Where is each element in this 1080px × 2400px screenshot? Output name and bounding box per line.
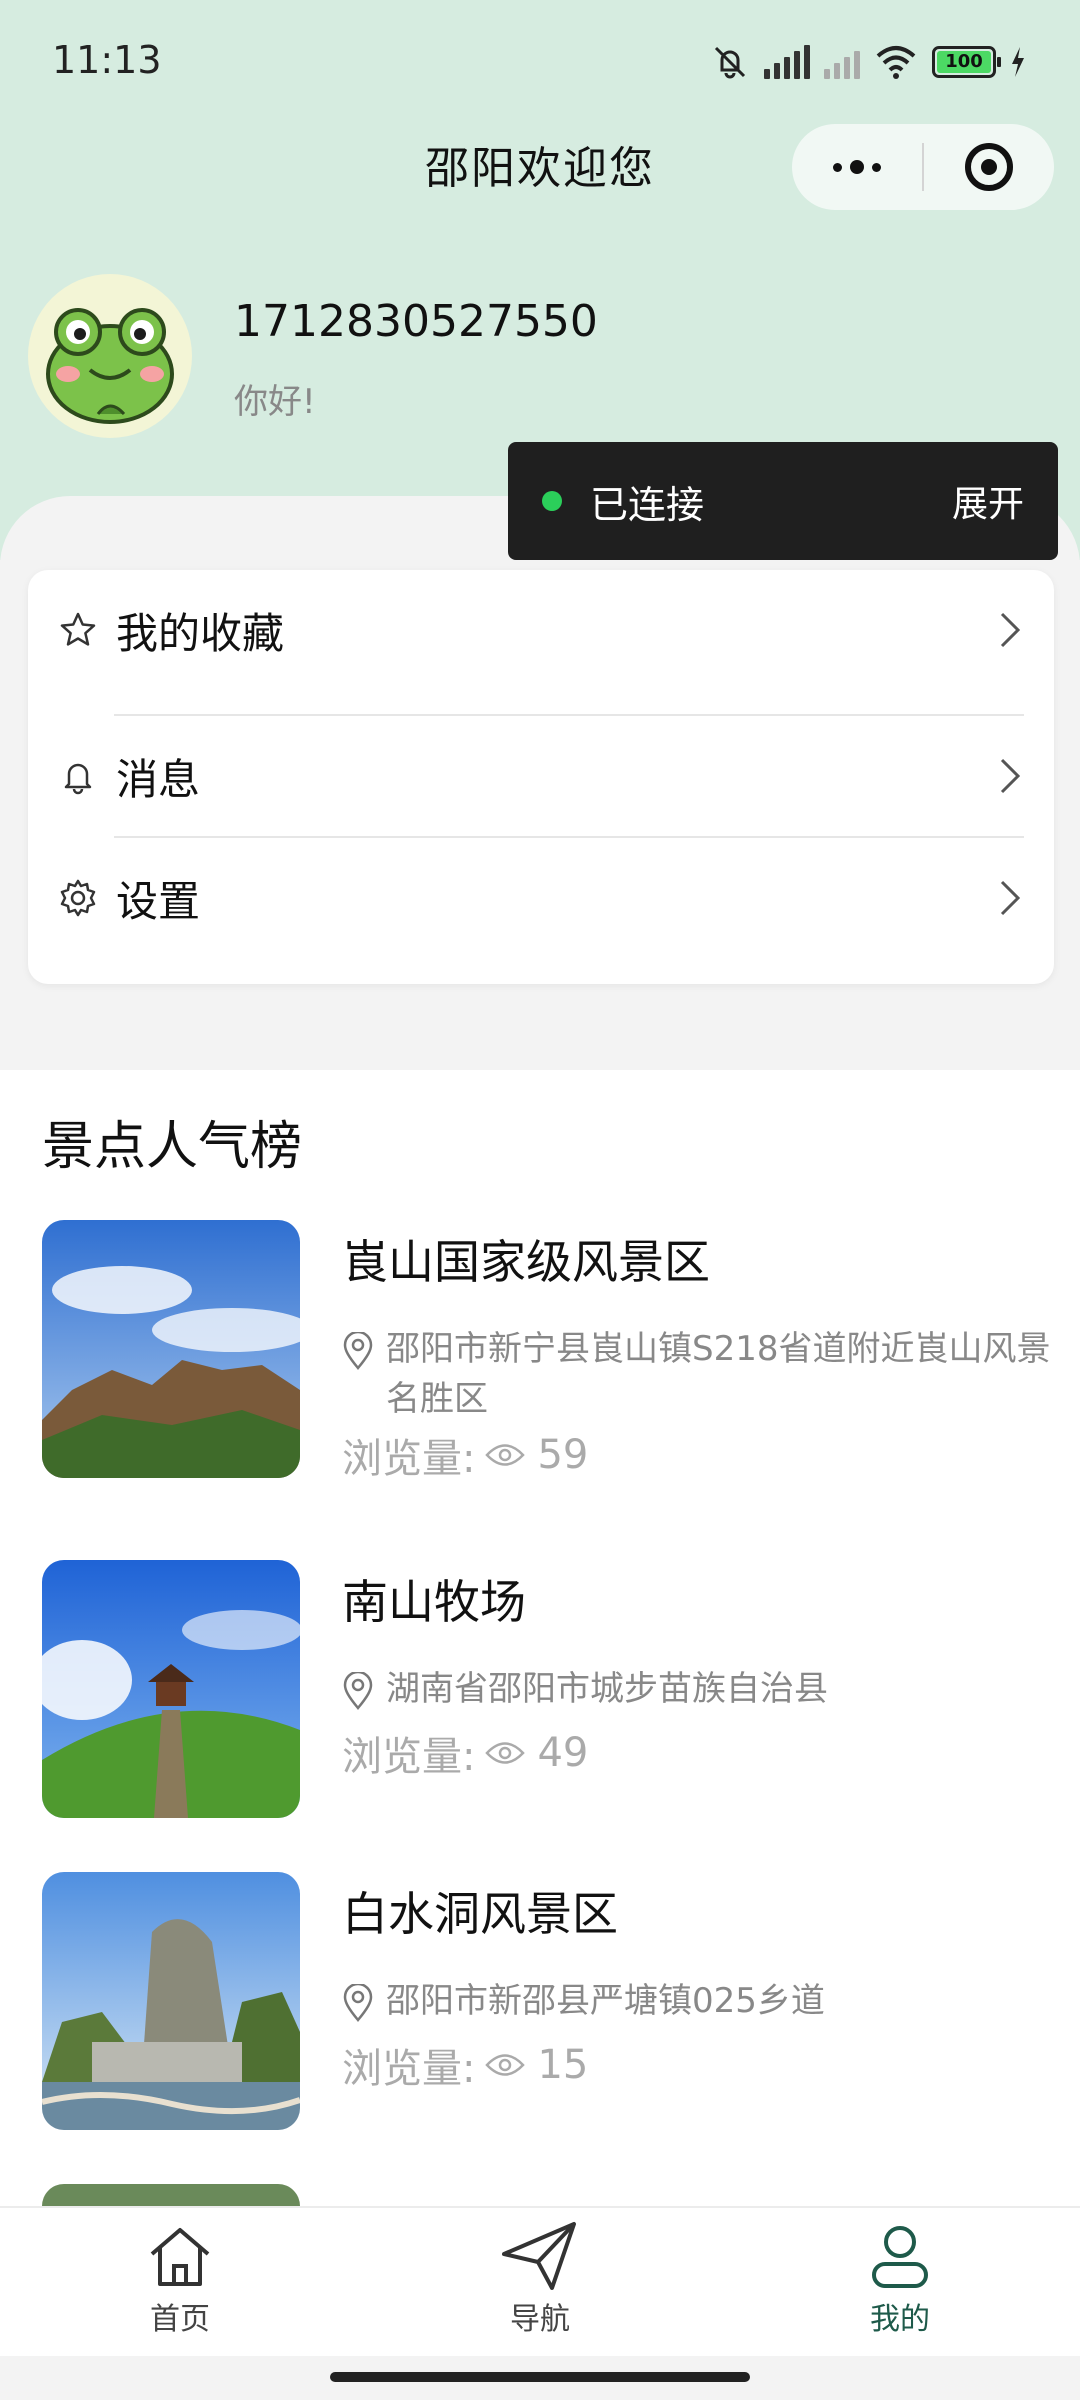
views-label: 浏览量: (342, 1436, 476, 1482)
tab-label: 我的 (870, 2302, 930, 2337)
spot-views: 浏览量: 15 (342, 2036, 588, 2094)
connection-toast[interactable]: 已连接 展开 (508, 442, 1058, 560)
charging-icon (1012, 47, 1024, 77)
user-icon (872, 2226, 928, 2288)
bell-icon (64, 763, 92, 795)
connection-status: 已连接 (590, 482, 705, 527)
location-pin-icon (343, 1332, 373, 1370)
spot-image (42, 1220, 300, 1478)
wifi-icon (876, 46, 916, 79)
spot-address: 湖南省邵阳市城步苗族自治县 (342, 1664, 1052, 1714)
dot-icon (850, 160, 864, 174)
menu-item-messages[interactable]: 消息 (28, 716, 1054, 836)
menu-item-label: 设置 (116, 876, 201, 926)
close-mini-program-button[interactable] (924, 124, 1054, 210)
eye-icon (485, 1444, 526, 1466)
tab-label: 导航 (510, 2302, 570, 2337)
menu-item-settings[interactable]: 设置 (28, 838, 1054, 958)
signal-2-icon (824, 45, 860, 79)
home-icon (150, 2228, 210, 2286)
home-indicator[interactable] (330, 2372, 750, 2382)
menu-item-label: 消息 (116, 754, 201, 804)
views-count: 49 (537, 1730, 589, 1776)
mini-program-capsule (792, 124, 1054, 210)
tab-bar: 首页 导航 我的 (0, 2206, 1080, 2356)
menu-card: 我的收藏 消息 设置 (28, 570, 1054, 984)
mute-bell-icon (714, 46, 746, 79)
tab-navigation[interactable]: 导航 (360, 2208, 720, 2356)
target-icon (965, 143, 1013, 191)
views-label: 浏览量: (342, 2046, 476, 2092)
star-icon (60, 612, 96, 646)
views-count: 15 (537, 2042, 589, 2088)
chevron-right-icon (1000, 880, 1021, 916)
dot-icon (833, 162, 842, 172)
spot-address: 邵阳市新邵县严塘镇025乡道 (342, 1976, 1052, 2026)
signal-icon (764, 45, 810, 79)
status-icons: 100 (710, 40, 1026, 84)
expand-button[interactable]: 展开 (952, 475, 1024, 527)
tab-home[interactable]: 首页 (0, 2208, 360, 2356)
eye-icon (485, 1742, 526, 1764)
more-menu-button[interactable] (792, 124, 922, 210)
tab-label: 首页 (150, 2302, 210, 2337)
location-pin-icon (343, 1672, 373, 1710)
user-greeting: 你好! (234, 382, 316, 422)
spot-views: 浏览量: 59 (342, 1426, 588, 1484)
tab-mine[interactable]: 我的 (720, 2208, 1080, 2356)
spot-address-text: 湖南省邵阳市城步苗族自治县 (386, 1669, 828, 1709)
ranking-section: 景点人气榜 崀山国家级风景区 邵阳市新宁县崀山镇S218省道附近崀山风景名胜区 … (0, 1070, 1080, 2206)
status-time: 11:13 (52, 38, 162, 82)
avatar[interactable] (28, 274, 192, 438)
battery-icon: 100 (932, 46, 1001, 78)
dot-icon (872, 162, 881, 172)
spot-image (42, 1872, 300, 2130)
ranking-title: 景点人气榜 (42, 1117, 303, 1177)
gear-icon (60, 879, 96, 917)
status-bar: 11:13 100 (0, 0, 1080, 120)
spot-name: 白水洞风景区 (342, 1887, 618, 1941)
chevron-right-icon (1000, 758, 1021, 794)
spot-address-text: 邵阳市新宁县崀山镇S218省道附近崀山风景名胜区 (386, 1329, 1051, 1419)
location-pin-icon (343, 1984, 373, 2022)
frog-avatar-icon (46, 308, 174, 424)
paper-plane-icon (502, 2222, 576, 2290)
spot-image (42, 1560, 300, 1818)
chevron-right-icon (1000, 612, 1021, 648)
views-label: 浏览量: (342, 1734, 476, 1780)
spot-address-text: 邵阳市新邵县严塘镇025乡道 (386, 1981, 825, 2021)
spot-image (42, 2184, 300, 2206)
spot-name: 崀山国家级风景区 (342, 1235, 710, 1289)
menu-item-label: 我的收藏 (116, 608, 285, 658)
user-id: 1712830527550 (234, 296, 598, 347)
menu-item-favorites[interactable]: 我的收藏 (28, 570, 1054, 690)
spot-name: 南山牧场 (342, 1575, 526, 1629)
spot-views: 浏览量: 49 (342, 1724, 588, 1782)
spot-address: 邵阳市新宁县崀山镇S218省道附近崀山风景名胜区 (342, 1324, 1052, 1424)
views-count: 59 (537, 1432, 589, 1478)
battery-level: 100 (937, 51, 991, 73)
connected-dot-icon (542, 491, 562, 511)
eye-icon (485, 2054, 526, 2076)
